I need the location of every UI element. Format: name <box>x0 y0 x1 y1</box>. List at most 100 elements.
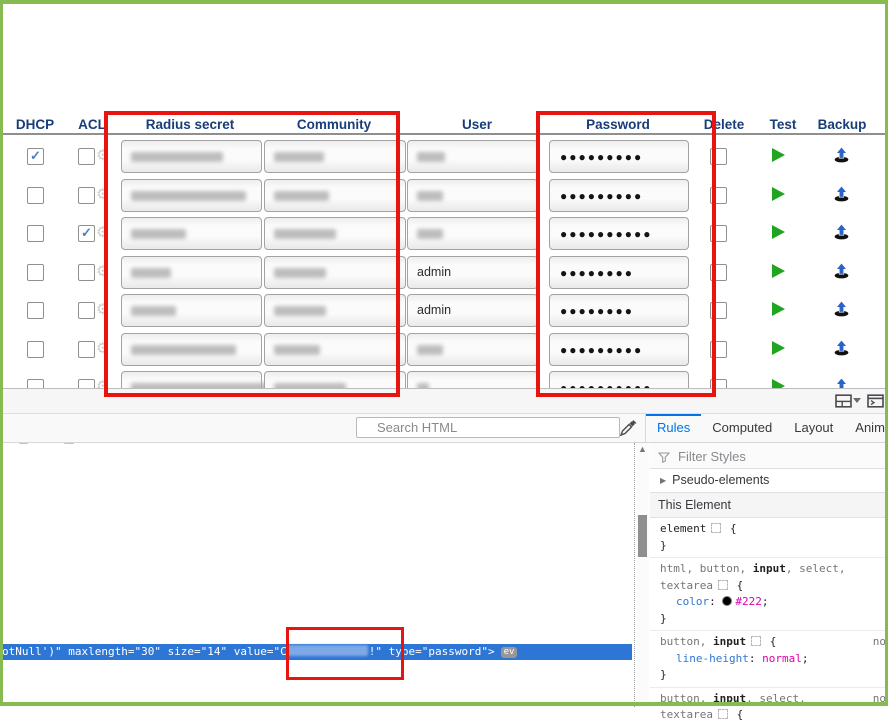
password-input[interactable]: ●●●●●●●●●● <box>549 217 689 250</box>
radius-secret-input[interactable] <box>121 294 262 327</box>
highlight-matches-icon[interactable] <box>718 580 728 590</box>
user-input[interactable]: admin <box>407 294 538 327</box>
tab-computed[interactable]: Computed <box>701 414 783 442</box>
acl-checkbox[interactable] <box>78 379 95 388</box>
color-swatch[interactable] <box>722 596 732 606</box>
scroll-up-arrow[interactable]: ▲ <box>636 443 649 456</box>
radius-secret-input[interactable] <box>121 140 262 173</box>
acl-checkbox[interactable] <box>78 148 95 165</box>
gear-icon[interactable]: ⚙ <box>96 186 109 204</box>
test-play-button[interactable] <box>771 340 786 361</box>
css-selector-line[interactable]: element { <box>660 521 884 538</box>
css-selector-line[interactable]: textarea { <box>660 707 884 724</box>
css-selector-line[interactable]: button, input, select, <box>660 691 884 708</box>
tab-rules[interactable]: Rules <box>646 414 701 442</box>
community-input[interactable] <box>264 140 406 173</box>
dhcp-checkbox[interactable] <box>27 379 44 388</box>
css-declaration[interactable]: color: #222; <box>660 594 884 611</box>
search-html-input[interactable] <box>356 417 620 438</box>
password-input[interactable]: ●●●●●●●● <box>549 256 689 289</box>
delete-checkbox[interactable] <box>710 187 727 204</box>
gear-icon[interactable]: ⚙ <box>96 263 109 281</box>
delete-checkbox[interactable] <box>710 341 727 358</box>
filter-styles-input[interactable] <box>676 445 884 467</box>
user-input[interactable] <box>407 179 538 212</box>
acl-checkbox[interactable] <box>78 187 95 204</box>
dropdown-caret-icon[interactable] <box>853 398 861 403</box>
eyedropper-icon[interactable] <box>618 418 638 443</box>
radius-secret-input[interactable] <box>121 333 262 366</box>
user-input[interactable] <box>407 371 538 388</box>
stylesheet-source-link[interactable]: no <box>873 691 886 708</box>
backup-upload-button[interactable] <box>833 146 850 168</box>
community-input[interactable] <box>264 294 406 327</box>
gear-icon[interactable]: ⚙ <box>96 340 109 358</box>
user-input[interactable] <box>407 217 538 250</box>
dhcp-checkbox[interactable] <box>27 302 44 319</box>
password-input[interactable]: ●●●●●●●● <box>549 294 689 327</box>
delete-checkbox[interactable] <box>710 225 727 242</box>
gear-icon[interactable]: ⚙ <box>96 301 109 319</box>
stylesheet-source-link[interactable]: no <box>873 634 886 651</box>
acl-checkbox[interactable] <box>78 264 95 281</box>
backup-upload-button[interactable] <box>833 339 850 361</box>
dhcp-checkbox[interactable] <box>27 225 44 242</box>
acl-checkbox[interactable] <box>78 341 95 358</box>
tab-animations[interactable]: Animations <box>844 414 888 442</box>
delete-checkbox[interactable] <box>710 379 727 388</box>
password-input[interactable]: ●●●●●●●●● <box>549 140 689 173</box>
radius-secret-input[interactable] <box>121 371 262 388</box>
acl-checkbox[interactable] <box>78 302 95 319</box>
redacted-node-chip[interactable] <box>19 443 28 444</box>
dhcp-checkbox[interactable]: ✓ <box>27 148 44 165</box>
split-console-icon[interactable] <box>867 394 884 413</box>
community-input[interactable] <box>264 256 406 289</box>
community-input[interactable] <box>264 217 406 250</box>
backup-upload-button[interactable] <box>833 223 850 245</box>
selected-node-line[interactable]: otNull')" maxlength="30" size="14" value… <box>0 644 632 660</box>
highlight-matches-icon[interactable] <box>718 709 728 719</box>
password-input[interactable]: ●●●●●●●●●● <box>549 371 689 388</box>
html-markup-view[interactable]: otNull')" maxlength="30" size="14" value… <box>0 443 634 707</box>
gear-icon[interactable]: ⚙ <box>96 378 109 388</box>
css-selector-line[interactable]: html, button, input, select, <box>660 561 884 578</box>
dhcp-checkbox[interactable] <box>27 264 44 281</box>
panel-splitter[interactable] <box>634 443 635 707</box>
tab-layout[interactable]: Layout <box>783 414 844 442</box>
user-input[interactable]: admin <box>407 256 538 289</box>
delete-checkbox[interactable] <box>710 264 727 281</box>
event-badge[interactable]: ev <box>501 647 518 658</box>
acl-checkbox[interactable]: ✓ <box>78 225 95 242</box>
markup-scrollbar[interactable]: ▲ <box>636 443 649 707</box>
user-input[interactable] <box>407 333 538 366</box>
dhcp-checkbox[interactable] <box>27 341 44 358</box>
radius-secret-input[interactable] <box>121 179 262 212</box>
css-selector-line[interactable]: textarea { <box>660 578 884 595</box>
radius-secret-input[interactable] <box>121 217 262 250</box>
test-play-button[interactable] <box>771 147 786 168</box>
redacted-node-chip[interactable] <box>64 443 74 444</box>
test-play-button[interactable] <box>771 378 786 388</box>
password-input[interactable]: ●●●●●●●●● <box>549 333 689 366</box>
community-input[interactable] <box>264 371 406 388</box>
password-input[interactable]: ●●●●●●●●● <box>549 179 689 212</box>
gear-icon[interactable]: ⚙ <box>96 224 109 242</box>
dhcp-checkbox[interactable] <box>27 187 44 204</box>
test-play-button[interactable] <box>771 224 786 245</box>
pseudo-elements-toggle[interactable]: ▶Pseudo-elements <box>650 469 888 493</box>
css-declaration[interactable]: line-height: normal; <box>660 651 884 668</box>
backup-upload-button[interactable] <box>833 300 850 322</box>
delete-checkbox[interactable] <box>710 148 727 165</box>
radius-secret-input[interactable] <box>121 256 262 289</box>
highlight-matches-icon[interactable] <box>751 636 761 646</box>
backup-upload-button[interactable] <box>833 377 850 388</box>
highlight-matches-icon[interactable] <box>711 523 721 533</box>
test-play-button[interactable] <box>771 186 786 207</box>
dock-options-icon[interactable] <box>835 394 852 413</box>
css-selector-line[interactable]: button, input { <box>660 634 884 651</box>
delete-checkbox[interactable] <box>710 302 727 319</box>
test-play-button[interactable] <box>771 301 786 322</box>
gear-icon[interactable]: ⚙ <box>96 147 109 165</box>
scrollbar-thumb[interactable] <box>638 515 647 557</box>
community-input[interactable] <box>264 333 406 366</box>
